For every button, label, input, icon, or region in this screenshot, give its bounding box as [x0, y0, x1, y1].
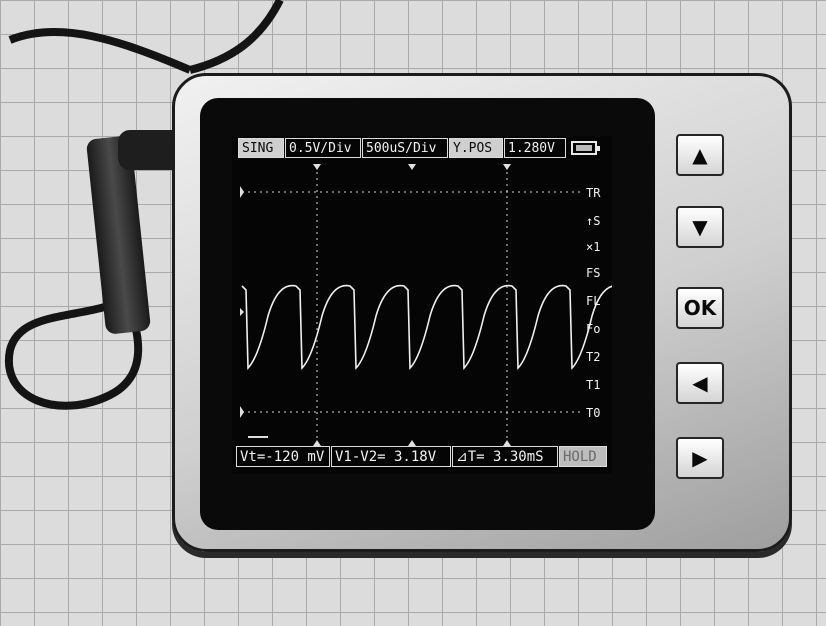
delta-t-readout: ⊿T= 3.30mS	[452, 446, 558, 467]
ok-label: OK	[683, 296, 717, 320]
side-label-slope: ↑S	[586, 214, 601, 228]
side-label-fl: FL	[586, 294, 601, 308]
photo-scene: SING 0.5V/Div 500uS/Div Y.POS 1.280V TR …	[0, 0, 826, 626]
ok-button[interactable]: OK	[676, 287, 724, 329]
up-button[interactable]: ▲	[676, 134, 724, 176]
v1-v2-readout: V1-V2= 3.18V	[331, 446, 451, 467]
vt-readout: Vt=-120 mV	[236, 446, 330, 467]
scale-bar	[248, 436, 268, 438]
side-label-t1: T1	[586, 378, 601, 392]
hold-indicator: HOLD	[559, 446, 607, 467]
up-arrow-icon: ▲	[692, 143, 708, 167]
side-label-t0: T0	[586, 406, 601, 420]
right-button[interactable]: ▶	[676, 437, 724, 479]
signal-trace	[241, 284, 612, 370]
oscilloscope-screen: SING 0.5V/Div 500uS/Div Y.POS 1.280V TR …	[232, 136, 612, 474]
right-arrow-icon: ▶	[692, 446, 708, 470]
down-arrow-icon: ▼	[692, 215, 708, 239]
waveform-display	[240, 164, 612, 446]
left-arrow-icon: ◀	[692, 371, 708, 395]
markers	[240, 164, 511, 446]
side-label-x1: ×1	[586, 240, 601, 254]
down-button[interactable]: ▼	[676, 206, 724, 248]
side-label-tr: TR	[586, 186, 601, 200]
side-label-fo: Fo	[586, 322, 601, 336]
side-label-fs: FS	[586, 266, 601, 280]
side-label-t2: T2	[586, 350, 601, 364]
left-button[interactable]: ◀	[676, 362, 724, 404]
grid-lines	[242, 166, 582, 442]
